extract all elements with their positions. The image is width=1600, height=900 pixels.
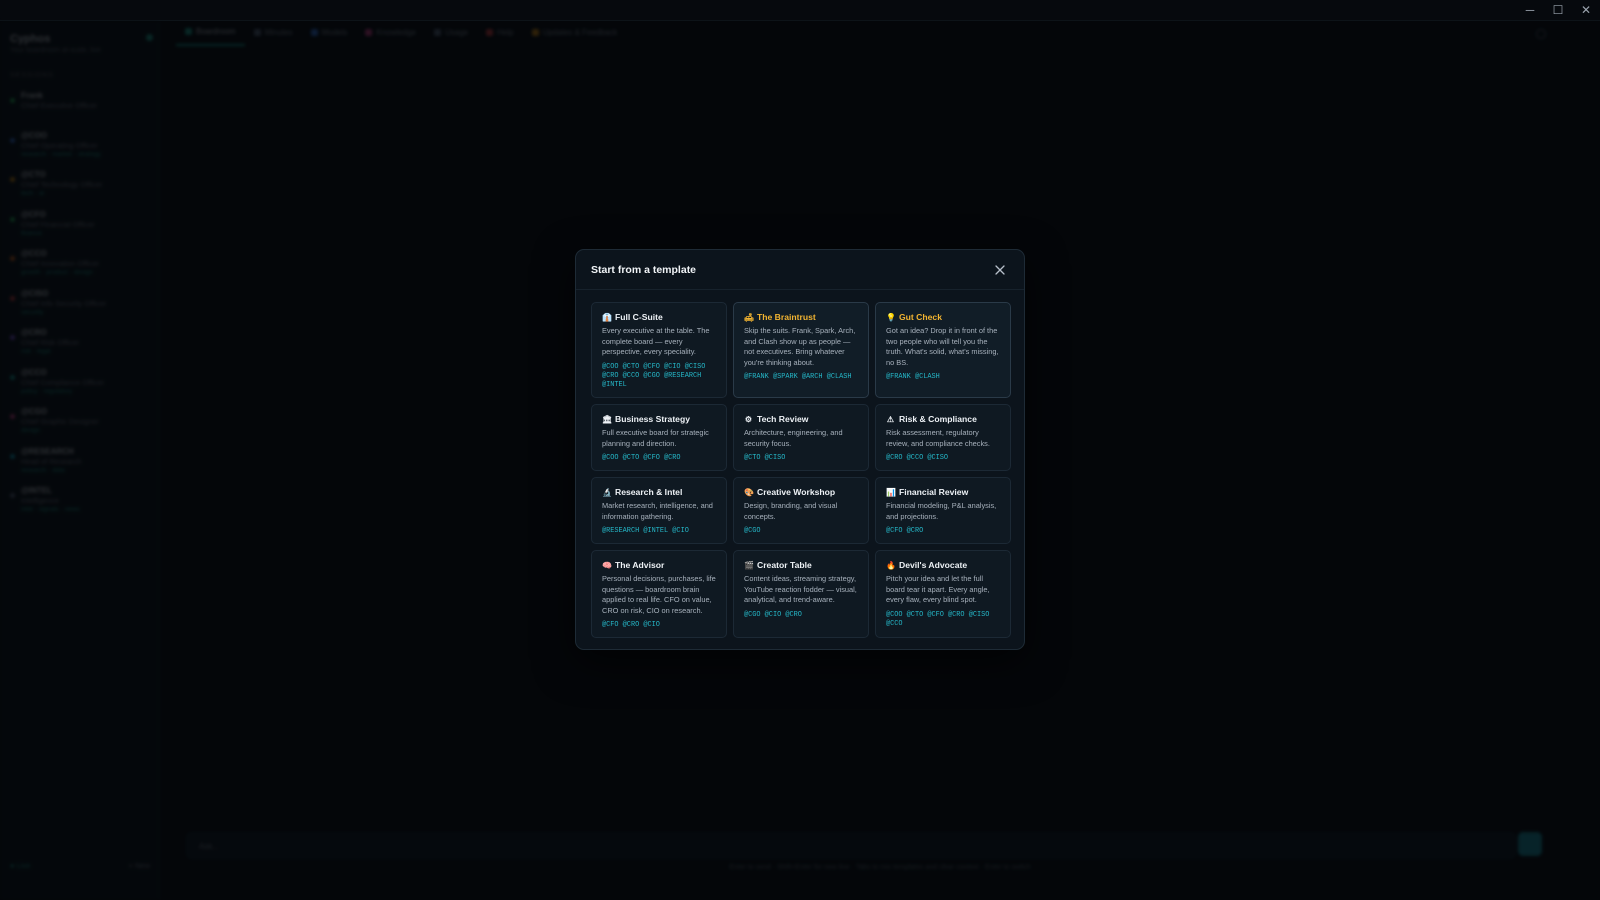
template-title-row: 🎨 Creative Workshop — [744, 487, 858, 498]
template-card-risk-compliance[interactable]: ⚠ Risk & Compliance Risk assessment, regul… — [875, 404, 1011, 471]
template-title: The Advisor — [615, 560, 665, 570]
template-card-tech-review[interactable]: ⚙ Tech Review Architecture, engineering, a… — [733, 404, 869, 471]
template-title-row: 🔬 Research & Intel — [602, 487, 716, 498]
minimize-icon[interactable]: ─ — [1516, 0, 1544, 21]
template-icon: 📊 — [886, 488, 896, 497]
template-tags: @CRO @CCO @CISO — [886, 454, 949, 463]
template-card-financial-review[interactable]: 📊 Financial Review Financial modeling, P&L… — [875, 477, 1011, 544]
template-title-row: 🛋 The Braintrust — [744, 312, 858, 323]
close-icon[interactable] — [991, 261, 1009, 279]
template-description: Full executive board for strategic plann… — [602, 428, 709, 448]
template-tags: @COO @CTO @CFO @CRO — [602, 454, 681, 463]
template-title: Devil's Advocate — [899, 560, 968, 570]
template-icon: 🎨 — [744, 488, 754, 497]
template-icon: 🧠 — [602, 561, 612, 570]
template-description: Skip the suits. Frank, Spark, Arch, and … — [744, 326, 856, 367]
template-grid: 👔 Full C-Suite Every executive at the tabl… — [591, 302, 1011, 638]
template-title-row: 📊 Financial Review — [886, 487, 1000, 498]
template-tags: @CFO @CRO — [886, 527, 924, 536]
template-description: Risk assessment, regulatory review, and … — [886, 428, 990, 448]
template-description: Architecture, engineering, and security … — [744, 428, 843, 448]
template-title-row: ⚙ Tech Review — [744, 414, 858, 425]
template-description: Market research, intelligence, and infor… — [602, 501, 713, 521]
template-card-creator-table[interactable]: 🎬 Creator Table Content ideas, streaming s… — [733, 550, 869, 638]
template-title-row: 🏛 Business Strategy — [602, 414, 716, 425]
template-icon: 🏛 — [602, 415, 613, 424]
template-description: Pitch your idea and let the full board t… — [886, 574, 990, 605]
template-icon: 💡 — [886, 313, 896, 322]
template-description: Financial modeling, P&L analysis, and pr… — [886, 501, 997, 521]
template-description: Content ideas, streaming strategy, YouTu… — [744, 574, 857, 605]
modal-title: Start from a template — [591, 263, 697, 276]
template-description: Every executive at the table. The comple… — [602, 326, 710, 357]
template-description: Personal decisions, purchases, life ques… — [602, 574, 716, 615]
template-tags: @CFO @CRO @CIO — [602, 621, 660, 630]
template-title: Creator Table — [757, 560, 812, 570]
template-card-business-strategy[interactable]: 🏛 Business Strategy Full executive board f… — [591, 404, 727, 471]
template-icon: 🛋 — [744, 313, 755, 322]
template-title: Risk & Compliance — [899, 414, 977, 424]
template-title: Financial Review — [899, 487, 969, 497]
template-title: Business Strategy — [615, 414, 690, 424]
template-card-devil-s-advocate[interactable]: 🔥 Devil's Advocate Pitch your idea and let… — [875, 550, 1011, 638]
template-title-row: 🎬 Creator Table — [744, 560, 858, 571]
template-tags: @COO @CTO @CFO @CIO @CISO @CRO @CCO @CGO… — [602, 362, 706, 389]
maximize-icon[interactable]: ☐ — [1544, 0, 1572, 21]
template-title-row: 👔 Full C-Suite — [602, 312, 716, 323]
template-title-row: 💡 Gut Check — [886, 312, 1000, 323]
template-card-gut-check[interactable]: 💡 Gut Check Got an idea? Drop it in front … — [875, 302, 1011, 398]
modal-header: Start from a template — [576, 250, 1024, 290]
template-tags: @COO @CTO @CFO @CRO @CISO @CCO — [886, 610, 990, 628]
template-title: Gut Check — [899, 312, 942, 322]
close-window-icon[interactable]: ✕ — [1572, 0, 1600, 21]
template-card-research-intel[interactable]: 🔬 Research & Intel Market research, intell… — [591, 477, 727, 544]
template-tags: @FRANK @SPARK @ARCH @CLASH — [744, 373, 852, 382]
template-title: Creative Workshop — [757, 487, 836, 497]
template-title-row: 🔥 Devil's Advocate — [886, 560, 1000, 571]
template-icon: 👔 — [602, 313, 612, 322]
template-title: Tech Review — [757, 414, 809, 424]
template-tags: @CTO @CISO — [744, 454, 786, 463]
template-tags: @CGO — [744, 527, 761, 536]
template-modal: Start from a template 👔 Full C-Suite Every… — [575, 249, 1025, 650]
template-description: Design, branding, and visual concepts. — [744, 501, 838, 521]
template-title-row: 🧠 The Advisor — [602, 560, 716, 571]
template-title-row: ⚠ Risk & Compliance — [886, 414, 1000, 425]
template-icon: ⚠ — [886, 415, 895, 424]
template-icon: 🔥 — [886, 561, 896, 570]
window-titlebar: ─ ☐ ✕ — [0, 0, 1600, 21]
template-title: Research & Intel — [615, 487, 683, 497]
template-tags: @FRANK @CLASH — [886, 373, 940, 382]
template-tags: @RESEARCH @INTEL @CIO — [602, 527, 689, 536]
template-icon: 🔬 — [602, 488, 612, 497]
template-icon: 🎬 — [744, 561, 754, 570]
template-tags: @CGO @CIO @CRO — [744, 610, 802, 619]
template-card-creative-workshop[interactable]: 🎨 Creative Workshop Design, branding, and … — [733, 477, 869, 544]
template-card-the-braintrust[interactable]: 🛋 The Braintrust Skip the suits. Frank, Sp… — [733, 302, 869, 398]
template-title: Full C-Suite — [615, 312, 663, 322]
template-description: Got an idea? Drop it in front of the two… — [886, 326, 999, 367]
template-icon: ⚙ — [744, 415, 753, 424]
template-title: The Braintrust — [757, 312, 816, 322]
template-card-full-c-suite[interactable]: 👔 Full C-Suite Every executive at the tabl… — [591, 302, 727, 398]
template-card-the-advisor[interactable]: 🧠 The Advisor Personal decisions, purchase… — [591, 550, 727, 638]
